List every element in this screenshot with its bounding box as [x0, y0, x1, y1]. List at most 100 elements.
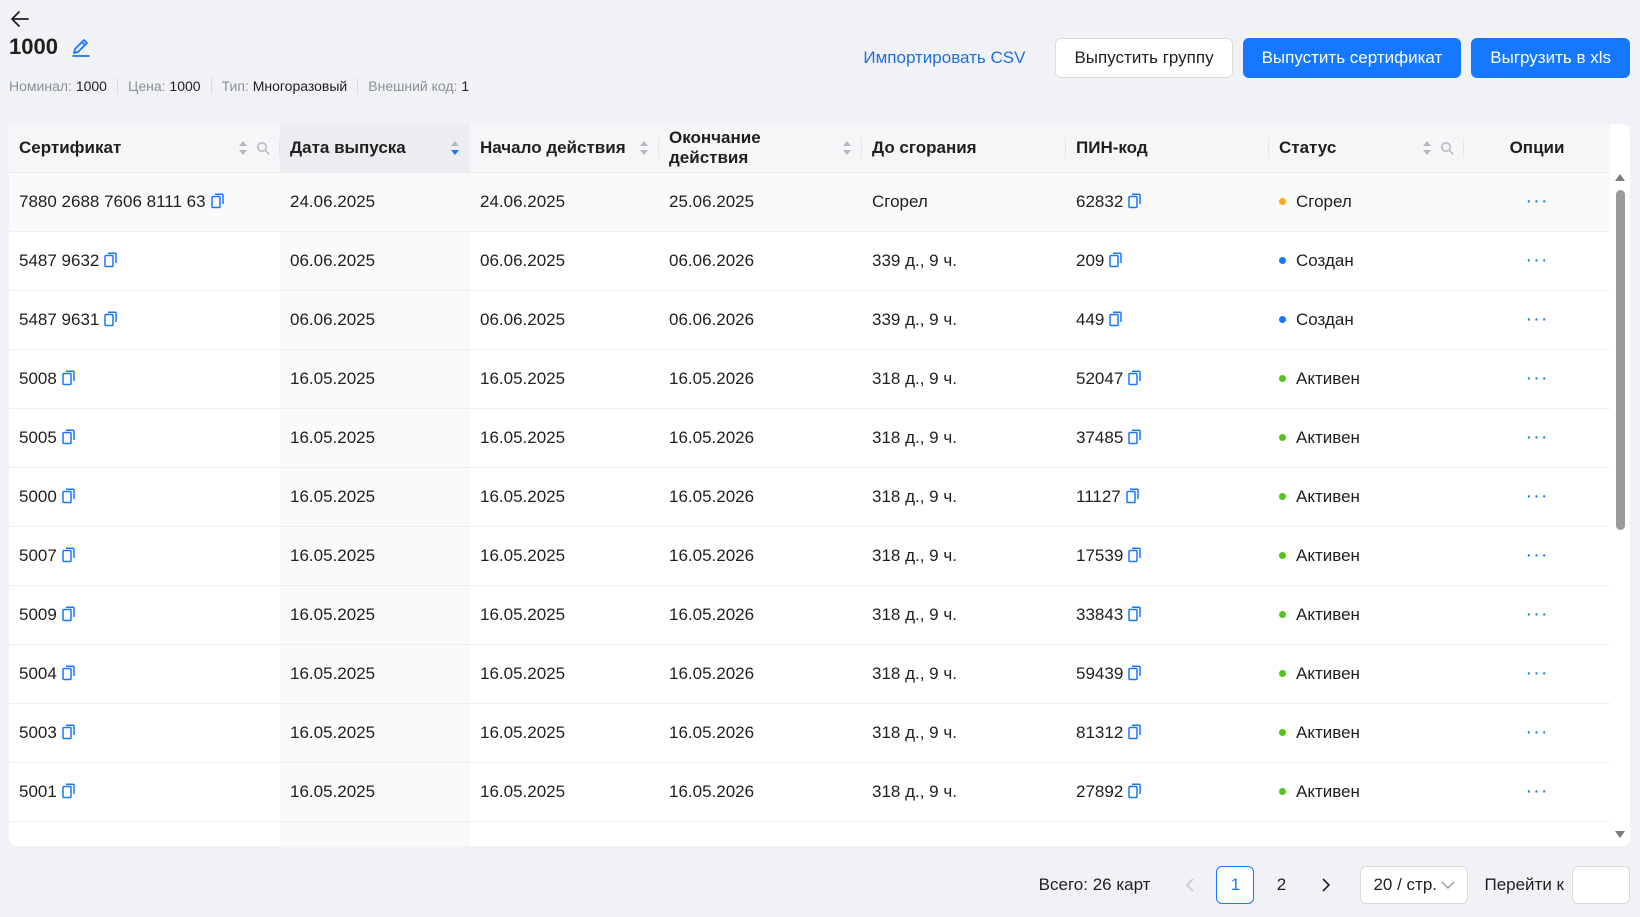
cell-certificate: 5008 [9, 349, 280, 409]
issue-group-button[interactable]: Выпустить группу [1055, 38, 1233, 78]
cell-end: 16.05.2026 [659, 526, 862, 586]
table-row[interactable]: 5001 16.05.2025 16.05.2025 16.05.2026 318 д.… [9, 762, 1610, 822]
cell-certificate: 5001 [9, 762, 280, 822]
cell-issue-date [280, 821, 470, 846]
next-page-button[interactable] [1308, 867, 1344, 903]
table-row[interactable]: 5487 9632 06.06.2025 06.06.2025 06.06.2026 3… [9, 231, 1610, 291]
sort-icon[interactable] [238, 140, 248, 156]
sort-icon[interactable] [842, 140, 852, 156]
more-options-icon[interactable]: ··· [1526, 721, 1549, 743]
search-icon[interactable] [1440, 141, 1454, 155]
status-badge: Сгорел [1296, 191, 1352, 211]
copy-icon[interactable] [62, 369, 75, 386]
table-row[interactable]: 5005 16.05.2025 16.05.2025 16.05.2026 318 д.… [9, 408, 1610, 468]
goto-page-input[interactable] [1572, 866, 1630, 904]
table-row[interactable]: 5004 16.05.2025 16.05.2025 16.05.2026 318 д.… [9, 644, 1610, 704]
cell-end: 16.05.2026 [659, 585, 862, 645]
pin-value: 52047 [1076, 368, 1124, 388]
certificate-number: 5005 [19, 427, 57, 447]
table-row[interactable]: 5487 9631 06.06.2025 06.06.2025 06.06.2026 3… [9, 290, 1610, 350]
status-dot [1279, 374, 1286, 382]
more-options-icon[interactable]: ··· [1526, 485, 1549, 507]
cell-issue-date: 24.06.2025 [280, 172, 470, 232]
cell-start: 16.05.2025 [470, 467, 659, 527]
table-scrollbar[interactable] [1610, 172, 1630, 846]
more-options-icon[interactable]: ··· [1526, 603, 1549, 625]
copy-icon[interactable] [62, 664, 75, 681]
copy-icon[interactable] [62, 487, 75, 504]
cell-issue-date: 16.05.2025 [280, 762, 470, 822]
cell-until-burn: 318 д., 9 ч. [862, 467, 1066, 527]
page-1-button[interactable]: 1 [1216, 866, 1255, 904]
table-row[interactable]: 5000 16.05.2025 16.05.2025 16.05.2026 318 д.… [9, 467, 1610, 527]
page-size-value: 20 / стр. [1373, 875, 1438, 894]
cell-start: 16.05.2025 [470, 349, 659, 409]
edit-icon[interactable] [70, 36, 92, 58]
table-row[interactable]: 5007 16.05.2025 16.05.2025 16.05.2026 318 д.… [9, 526, 1610, 586]
copy-icon[interactable] [1128, 664, 1142, 681]
more-options-icon[interactable]: ··· [1526, 426, 1549, 448]
more-options-icon[interactable]: ··· [1526, 308, 1549, 330]
prev-page-button[interactable] [1172, 867, 1208, 903]
page-size-select[interactable]: 20 / стр. [1360, 866, 1469, 904]
pin-value: 37485 [1076, 427, 1124, 447]
col-status[interactable]: Статус [1269, 124, 1464, 173]
copy-icon[interactable] [62, 605, 75, 622]
cell-options: ··· [1464, 467, 1610, 527]
col-issue-date[interactable]: Дата выпуска [280, 124, 470, 173]
copy-icon[interactable] [1128, 782, 1142, 799]
table-row[interactable]: 5009 16.05.2025 16.05.2025 16.05.2026 318 д.… [9, 585, 1610, 645]
col-end[interactable]: Окончание действия [659, 124, 862, 173]
cell-start: 16.05.2025 [470, 644, 659, 704]
status-badge: Активен [1296, 663, 1360, 683]
status-dot [1279, 551, 1286, 559]
copy-icon[interactable] [1126, 487, 1139, 504]
cell-end: 25.06.2025 [659, 172, 862, 232]
sort-icon[interactable] [639, 140, 649, 156]
more-options-icon[interactable]: ··· [1526, 780, 1549, 802]
copy-icon[interactable] [1128, 192, 1142, 209]
copy-icon[interactable] [62, 546, 75, 563]
copy-icon[interactable] [210, 192, 224, 209]
copy-icon[interactable] [1128, 723, 1142, 740]
certificate-number: 7880 2688 7606 8111 63 [19, 191, 206, 211]
col-certificate[interactable]: Сертификат [9, 124, 280, 173]
cell-pin: 37485 [1066, 408, 1269, 468]
copy-icon[interactable] [62, 782, 75, 799]
more-options-icon[interactable]: ··· [1526, 249, 1549, 271]
back-arrow-icon[interactable] [9, 8, 31, 30]
cell-pin: 62832 [1066, 172, 1269, 232]
copy-icon[interactable] [104, 310, 118, 327]
copy-icon[interactable] [104, 251, 118, 268]
copy-icon[interactable] [1128, 428, 1142, 445]
issue-certificate-button[interactable]: Выпустить сертификат [1242, 38, 1462, 78]
more-options-icon[interactable]: ··· [1526, 367, 1549, 389]
more-options-icon[interactable]: ··· [1526, 190, 1549, 212]
more-options-icon[interactable]: ··· [1526, 662, 1549, 684]
export-xls-button[interactable]: Выгрузить в xls [1471, 38, 1630, 78]
cell-start: 06.06.2025 [470, 231, 659, 291]
search-icon[interactable] [256, 141, 270, 155]
cell-start: 16.05.2025 [470, 408, 659, 468]
copy-icon[interactable] [1128, 546, 1142, 563]
copy-icon[interactable] [1109, 251, 1123, 268]
table-row[interactable]: 5003 16.05.2025 16.05.2025 16.05.2026 318 д.… [9, 703, 1610, 763]
copy-icon[interactable] [62, 723, 75, 740]
copy-icon[interactable] [1128, 605, 1142, 622]
sort-icon[interactable] [1422, 140, 1432, 156]
copy-icon[interactable] [1128, 369, 1142, 386]
cell-until-burn: 318 д., 9 ч. [862, 349, 1066, 409]
table-row[interactable] [9, 821, 1610, 846]
sort-icon[interactable] [450, 140, 460, 156]
copy-icon[interactable] [62, 428, 75, 445]
page-2-button[interactable]: 2 [1262, 866, 1300, 904]
more-options-icon[interactable]: ··· [1526, 544, 1549, 566]
import-csv-button[interactable]: Импортировать CSV [843, 38, 1045, 78]
table-row[interactable]: 5008 16.05.2025 16.05.2025 16.05.2026 318 д.… [9, 349, 1610, 409]
status-badge: Активен [1296, 604, 1360, 624]
copy-icon[interactable] [1109, 310, 1123, 327]
table-row[interactable]: 7880 2688 7606 8111 63 24.06.2025 24.06.20… [9, 172, 1610, 232]
certificate-number: 5003 [19, 722, 57, 742]
cell-end: 06.06.2026 [659, 231, 862, 291]
col-start[interactable]: Начало действия [470, 124, 659, 173]
